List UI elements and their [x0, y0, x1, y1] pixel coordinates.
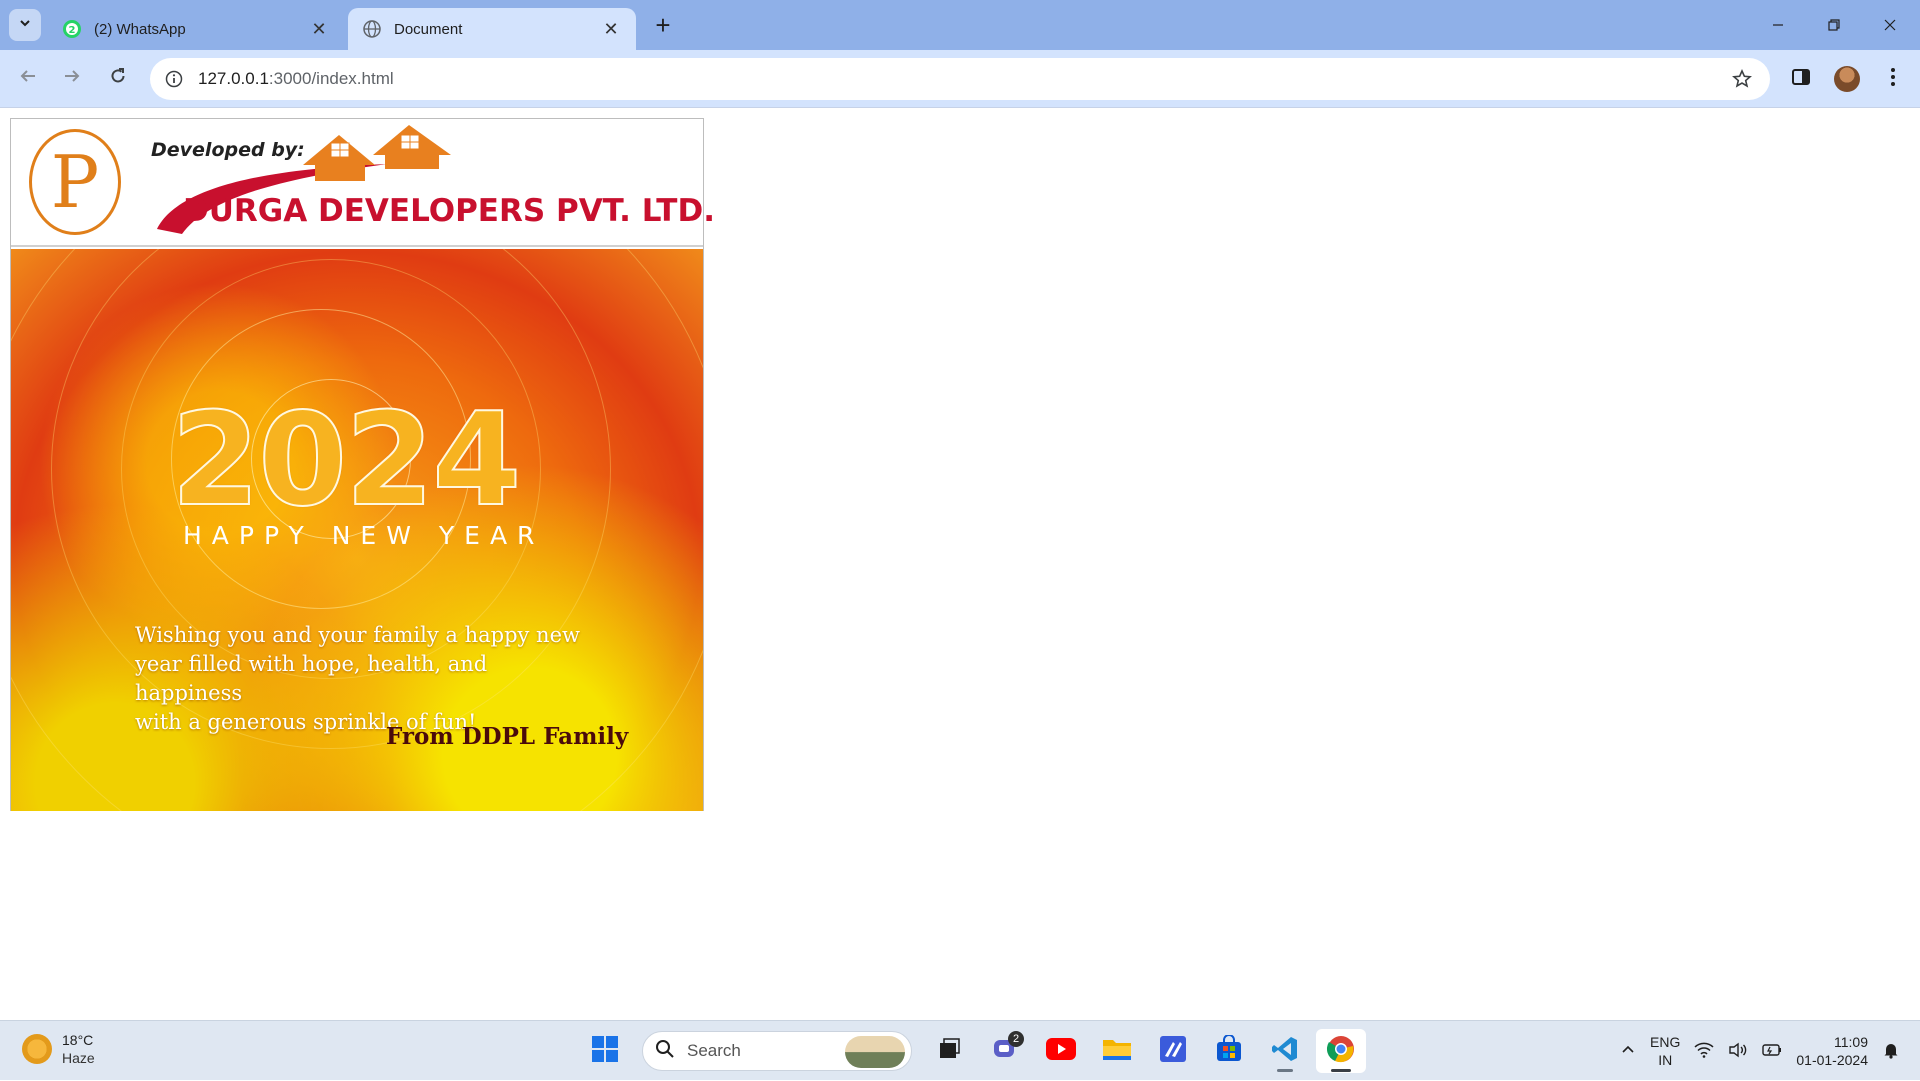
clock[interactable]: 11:09 01-01-2024 — [1796, 1033, 1868, 1069]
running-indicator — [1331, 1069, 1351, 1072]
close-window-button[interactable] — [1862, 0, 1918, 50]
forward-button[interactable] — [54, 60, 90, 96]
task-view-button[interactable] — [924, 1029, 974, 1073]
task-view-icon — [936, 1036, 962, 1067]
new-tab-button[interactable]: + — [648, 10, 678, 40]
chevron-up-icon[interactable] — [1620, 1042, 1636, 1061]
tab-whatsapp[interactable]: 2 (2) WhatsApp ✕ — [48, 8, 344, 50]
whatsapp-icon: 2 — [62, 19, 82, 39]
youtube-button[interactable] — [1036, 1029, 1086, 1073]
company-name: DURGA DEVELOPERS PVT. LTD. — [183, 193, 715, 229]
year-heading: 2024 — [170, 386, 522, 535]
windows-logo-icon — [591, 1035, 619, 1068]
arrow-left-icon — [19, 67, 37, 90]
greeting-message: Wishing you and your family a happy new … — [135, 621, 595, 737]
folder-icon — [1102, 1036, 1132, 1067]
weather-widget[interactable]: 18°C Haze — [22, 1031, 95, 1067]
teams-chat-button[interactable]: 2 — [980, 1029, 1030, 1073]
houses-graphic — [303, 125, 451, 181]
reload-icon — [109, 67, 127, 90]
greeting-line: year filled with hope, health, and happi… — [135, 652, 488, 705]
search-placeholder: Search — [687, 1041, 741, 1060]
running-indicator — [1277, 1069, 1293, 1072]
whatsapp-badge-count: 2 — [69, 25, 76, 36]
wifi-icon[interactable] — [1694, 1042, 1714, 1061]
profile-button[interactable] — [1830, 62, 1864, 96]
vscode-button[interactable] — [1260, 1029, 1310, 1073]
tab-search-button[interactable] — [9, 9, 41, 41]
chrome-icon — [1326, 1034, 1356, 1069]
site-info-icon[interactable] — [160, 65, 188, 93]
kebab-menu-icon — [1890, 67, 1896, 92]
windows-taskbar: 18°C Haze Search 2 ENG IN 11:09 01-01-20… — [0, 1020, 1920, 1080]
haze-sun-icon — [22, 1034, 52, 1064]
new-year-card: P Developed by: DURGA DEVELOPERS PVT. LT… — [10, 118, 715, 811]
language-code: ENG — [1650, 1034, 1681, 1050]
url-path: :3000/index.html — [268, 69, 394, 88]
file-explorer-button[interactable] — [1092, 1029, 1142, 1073]
chevron-down-icon — [18, 16, 32, 35]
greeting-artwork: 2024 HAPPY NEW YEAR Wishing you and your… — [11, 249, 703, 811]
signature-text: From DDPL Family — [386, 723, 629, 750]
globe-icon — [362, 19, 382, 39]
store-button[interactable] — [1204, 1029, 1254, 1073]
youtube-icon — [1046, 1037, 1076, 1065]
reload-button[interactable] — [100, 60, 136, 96]
notification-badge: 2 — [1008, 1031, 1024, 1047]
weather-temperature: 18°C — [62, 1032, 94, 1048]
taskbar-search[interactable]: Search — [642, 1031, 912, 1071]
close-icon[interactable]: ✕ — [600, 18, 622, 40]
search-icon — [655, 1039, 675, 1064]
tab-strip: 2 (2) WhatsApp ✕ Document ✕ + — [0, 0, 1920, 50]
back-button[interactable] — [10, 60, 46, 96]
company-logo: P — [29, 129, 121, 235]
app-button[interactable] — [1148, 1029, 1198, 1073]
menu-button[interactable] — [1876, 62, 1910, 96]
side-panel-icon — [1791, 67, 1811, 92]
start-button[interactable] — [580, 1029, 630, 1073]
notification-bell-icon[interactable] — [1882, 1041, 1900, 1062]
url-host: 127.0.0.1 — [198, 69, 269, 88]
battery-icon[interactable] — [1762, 1043, 1782, 1060]
volume-icon[interactable] — [1728, 1042, 1748, 1061]
card-header: P Developed by: DURGA DEVELOPERS PVT. LT… — [11, 119, 715, 247]
clock-time: 11:09 — [1834, 1034, 1868, 1050]
system-tray: ENG IN 11:09 01-01-2024 — [1620, 1021, 1900, 1081]
url-text: 127.0.0.1:3000/index.html — [198, 69, 394, 89]
store-icon — [1215, 1033, 1243, 1068]
chrome-button[interactable] — [1316, 1029, 1366, 1073]
bookmark-star-icon[interactable] — [1730, 67, 1754, 91]
tab-title: Document — [394, 20, 463, 38]
region-code: IN — [1658, 1052, 1673, 1068]
side-panel-button[interactable] — [1784, 62, 1818, 96]
taskbar-apps: Search 2 — [580, 1029, 1366, 1073]
weather-condition: Haze — [62, 1050, 95, 1066]
vscode-icon — [1271, 1035, 1299, 1068]
search-highlight-image — [845, 1036, 905, 1068]
page-viewport: P Developed by: DURGA DEVELOPERS PVT. LT… — [0, 108, 1920, 1020]
minimize-button[interactable] — [1750, 0, 1806, 50]
happy-new-year-text: HAPPY NEW YEAR — [183, 521, 545, 550]
clock-date: 01-01-2024 — [1796, 1052, 1868, 1068]
pen-app-icon — [1159, 1035, 1187, 1068]
greeting-line: Wishing you and your family a happy new — [135, 623, 580, 647]
restore-button[interactable] — [1806, 0, 1862, 50]
tab-document[interactable]: Document ✕ — [348, 8, 636, 50]
address-bar[interactable]: 127.0.0.1:3000/index.html — [150, 58, 1770, 100]
browser-toolbar: 127.0.0.1:3000/index.html — [0, 50, 1920, 108]
language-indicator[interactable]: ENG IN — [1650, 1033, 1680, 1069]
avatar — [1834, 66, 1860, 92]
developed-by-label: Developed by: — [151, 139, 305, 161]
close-icon[interactable]: ✕ — [308, 18, 330, 40]
tab-title: (2) WhatsApp — [94, 20, 186, 38]
arrow-right-icon — [63, 67, 81, 90]
logo-mark: P — [50, 140, 100, 224]
